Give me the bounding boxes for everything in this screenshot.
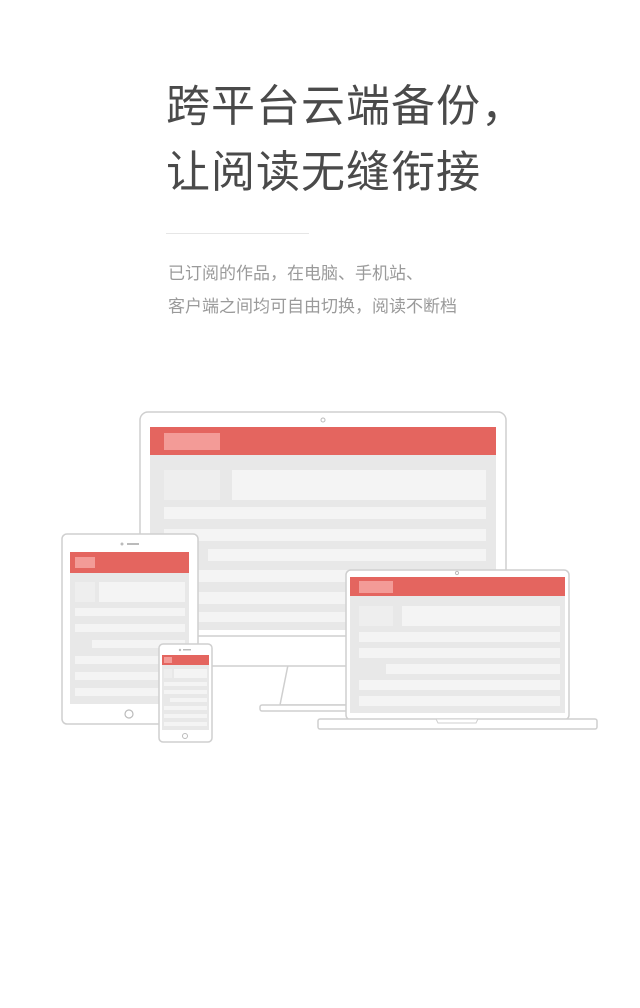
divider <box>166 233 309 234</box>
subtitle-line-2: 客户端之间均可自由切换，阅读不断档 <box>168 297 457 317</box>
phone-icon <box>158 643 213 743</box>
headline-line-2: 让阅读无缝衔接 <box>166 147 481 198</box>
subtitle: 已订阅的作品，在电脑、手机站、 客户端之间均可自由切换，阅读不断档 <box>168 258 457 324</box>
devices-illustration <box>61 411 598 743</box>
headline: 跨平台云端备份， 让阅读无缝衔接 <box>166 74 526 206</box>
laptop-icon <box>317 569 598 730</box>
subtitle-line-1: 已订阅的作品，在电脑、手机站、 <box>168 264 423 284</box>
headline-line-1: 跨平台云端备份， <box>166 81 526 132</box>
